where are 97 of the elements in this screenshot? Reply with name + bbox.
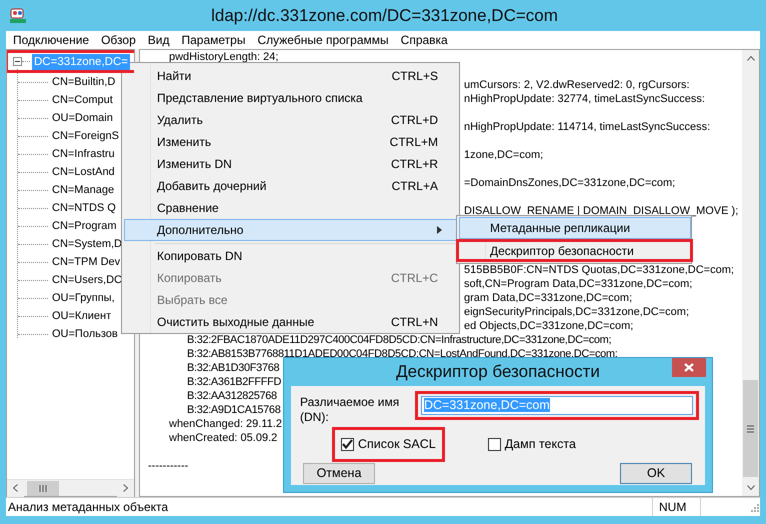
dialog-button[interactable]: Отмена — [303, 462, 375, 484]
output-line: B:32:A9D1CA15768 — [187, 403, 280, 417]
menu-item-label: Изменить — [157, 134, 212, 151]
tree-item[interactable]: OU=Domain — [50, 110, 115, 126]
tree-item[interactable]: CN=NTDS Q — [50, 200, 118, 216]
menu-item-label: Представление виртуального списка — [157, 90, 364, 107]
output-line: pwdHistoryLength: 24; — [169, 50, 278, 64]
tree-item[interactable]: CN=System,D — [50, 236, 124, 252]
menu-item[interactable]: Очистить выходные данные CTRL+N — [124, 311, 457, 333]
horizontal-scrollbar[interactable] — [7, 479, 134, 496]
field-label: Различаемое имя (DN): — [300, 394, 400, 425]
tree-item[interactable]: OU=Клиент — [50, 308, 114, 324]
tree-item[interactable]: CN=ForeignS — [50, 128, 121, 144]
output-line: ed Objects,DC=331zone,DC=com; — [464, 319, 634, 333]
output-line: eignSecurityPrincipals,DC=331zone,DC=com; — [464, 305, 689, 319]
menu-item-label: Выбрать все — [157, 292, 229, 309]
scrollbar-thumb[interactable] — [743, 380, 758, 477]
shortcut-text: CTRL+A — [392, 178, 438, 195]
collapse-icon[interactable] — [13, 57, 22, 66]
menu-item[interactable]: Дескриптор безопасности — [456, 239, 693, 262]
shortcut-text: CTRL+R — [390, 156, 438, 173]
menu-item[interactable]: Метаданные репликации — [459, 217, 691, 239]
output-line: 515BB5B0F:CN=NTDS Quotas,DC=331zone,DC=com; — [464, 263, 734, 277]
scroll-left-icon — [13, 484, 18, 492]
checkbox[interactable] — [488, 438, 501, 451]
tree-item[interactable]: CN=LostAnd — [50, 164, 117, 180]
output-line: B:32:AB8153B7768811D1ADED00C04FD8D5CD:CN=LostAndFound,DC=331zone,DC=com; — [187, 347, 618, 361]
status-indicator: NUM — [652, 498, 700, 516]
checkbox-label: Список SACL — [358, 436, 436, 453]
menu-item[interactable]: Подключение — [7, 31, 96, 49]
menu-item[interactable]: Обзор — [95, 31, 142, 49]
tree-item[interactable]: CN=Manage — [50, 182, 116, 198]
scroll-right-icon — [123, 484, 128, 492]
status-text: Анализ метаданных объекта — [7, 499, 170, 516]
output-line: nHighPropUpdate: 32774, timeLastSyncSuccess: — [464, 92, 705, 106]
menu-item[interactable]: Изменить CTRL+M — [124, 131, 457, 153]
menu-item-label: Найти — [157, 68, 192, 85]
menu-item[interactable]: Представление виртуального списка — [124, 87, 457, 109]
output-line: B:32:AA312825768 — [187, 389, 277, 403]
close-button[interactable] — [672, 358, 706, 377]
menu-item[interactable]: Вид — [142, 31, 176, 49]
resize-grip-icon — [748, 501, 760, 513]
window-title: ldap://dc.331zone.com/DC=331zone,DC=com — [211, 4, 558, 27]
dialog-title: Дескриптор безопасности — [396, 361, 600, 384]
output-line: B:32:AB1D30F3768 — [187, 361, 280, 375]
output-line: nHighPropUpdate: 114714, timeLastSyncSuccess: — [464, 120, 710, 134]
output-line: whenChanged: 29.11.2 — [169, 417, 282, 431]
menu-item-label: Добавить дочерний — [157, 178, 268, 195]
menu-item[interactable]: Справка — [394, 31, 454, 49]
grip-icon — [747, 424, 754, 432]
checkbox-label: Дамп текста — [504, 436, 576, 453]
output-line: =DomainDnsZones,DC=331zone,DC=com; — [464, 176, 676, 190]
menu-item-label: Дополнительно — [157, 222, 244, 239]
output-line: soft,CN=Program Data,DC=331zone,DC=com; — [464, 277, 692, 291]
app-icon — [9, 8, 27, 24]
menu-item[interactable]: Удалить CTRL+D — [124, 109, 457, 131]
output-line: 1zone,DC=com; — [464, 148, 544, 162]
menu-item[interactable]: Дополнительно — [124, 219, 457, 241]
checkbox[interactable] — [341, 438, 354, 451]
menu-item-label: Копировать — [157, 270, 223, 287]
menu-item[interactable]: Служебные программы — [251, 31, 395, 49]
tree-item[interactable]: CN=Users,DC — [50, 272, 124, 288]
tree-item[interactable]: OU=Группы, — [50, 290, 117, 306]
shortcut-text: CTRL+S — [392, 68, 438, 85]
output-line: umCursors: 2, V2.dwReserved2: 0, rgCursors: — [464, 78, 690, 92]
menu-item[interactable]: Добавить дочерний CTRL+A — [124, 175, 457, 197]
menu-item-label: Очистить выходные данные — [157, 314, 316, 331]
output-line: whenCreated: 05.09.2 — [169, 431, 278, 445]
menu-item-label: Сравнение — [157, 200, 220, 217]
dialog-button[interactable]: OK — [620, 462, 692, 484]
tree-item[interactable]: OU=Пользов — [50, 326, 120, 342]
menu-item-label: Изменить DN — [157, 156, 233, 173]
menu-item-label: Копировать DN — [157, 248, 244, 265]
tree-item[interactable]: CN=TPM Dev — [50, 254, 122, 270]
output-line: B:32:2FBAC1870ADE11D297C400C04FD8D5CD:CN=Infrastructure,DC=331zone,DC=com; — [187, 333, 612, 347]
scrollbar-thumb[interactable] — [27, 480, 59, 496]
grip-icon — [39, 484, 47, 492]
shortcut-text: CTRL+D — [390, 112, 438, 129]
shortcut-text: CTRL+C — [390, 270, 438, 287]
scroll-down-icon — [746, 485, 754, 490]
menu-item[interactable]: Параметры — [175, 31, 252, 49]
menu-item-label: Удалить — [157, 112, 204, 129]
close-icon — [684, 363, 694, 372]
submenu-arrow-icon — [437, 226, 442, 234]
tree-item[interactable]: CN=Infrastru — [50, 146, 117, 162]
separator-line: ----------- — [148, 459, 188, 473]
vertical-scrollbar[interactable] — [742, 50, 759, 496]
shortcut-text: CTRL+N — [390, 314, 438, 331]
menu-item[interactable]: Изменить DN CTRL+R — [124, 153, 457, 175]
menu-item[interactable]: Сравнение — [124, 197, 457, 219]
tree-item[interactable]: CN=Program — [50, 218, 118, 234]
tree-item[interactable]: CN=Builtin,D — [50, 74, 118, 90]
scroll-up-icon — [746, 56, 754, 61]
tree-item[interactable]: CN=Comput — [50, 92, 115, 108]
shortcut-text: CTRL+M — [390, 134, 438, 151]
output-line: gram Data,DC=331zone,DC=com; — [464, 291, 632, 305]
output-line: B:32:A361B2FFFFD — [187, 375, 282, 389]
